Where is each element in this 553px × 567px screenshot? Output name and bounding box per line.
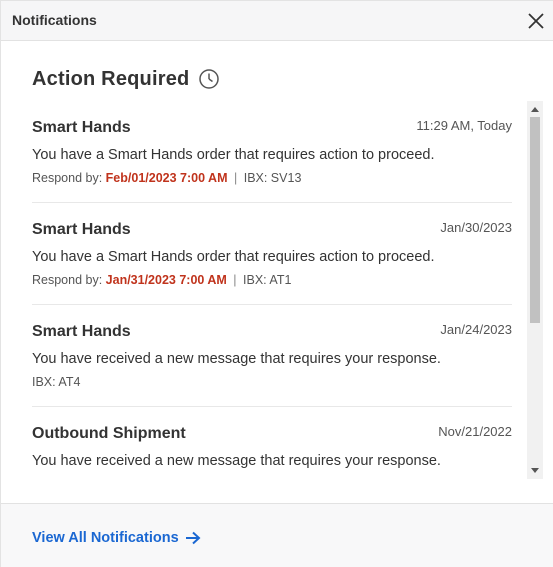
- panel-header: Notifications: [1, 1, 553, 41]
- notification-title: Smart Hands: [32, 221, 131, 238]
- clock-icon: [198, 68, 220, 90]
- notification-message: You have a Smart Hands order that requir…: [32, 249, 435, 265]
- scroll-up-icon[interactable]: [531, 107, 539, 112]
- scroll-down-icon[interactable]: [531, 468, 539, 473]
- notification-item[interactable]: Smart Hands Jan/30/2023 You have a Smart…: [32, 203, 512, 305]
- notification-meta: Respond by: Jan/31/2023 7:00 AM | IBX: A…: [32, 273, 291, 287]
- notification-meta: Respond by: Feb/01/2023 7:00 AM | IBX: S…: [32, 171, 301, 185]
- notification-message: You have received a new message that req…: [32, 453, 441, 469]
- notification-date: Jan/30/2023: [440, 220, 512, 235]
- respond-by-date: Jan/31/2023 7:00 AM: [105, 273, 227, 287]
- notification-list: Smart Hands 11:29 AM, Today You have a S…: [32, 101, 512, 479]
- notification-title: Smart Hands: [32, 119, 131, 136]
- ibx-label: IBX: AT4: [32, 375, 81, 389]
- section-title: Action Required: [32, 67, 190, 90]
- notification-item[interactable]: Outbound Shipment Nov/21/2022 You have r…: [32, 407, 512, 479]
- notification-date: Nov/21/2022: [438, 424, 512, 439]
- meta-separator: |: [233, 171, 238, 185]
- view-all-notifications-link[interactable]: View All Notifications: [32, 530, 201, 546]
- notification-message: You have a Smart Hands order that requir…: [32, 147, 435, 163]
- view-all-label: View All Notifications: [32, 530, 179, 546]
- notification-date: Jan/24/2023: [440, 322, 512, 337]
- meta-separator: |: [233, 273, 237, 287]
- notifications-panel: Notifications Action Required Smart Hand…: [0, 0, 553, 567]
- scrollbar[interactable]: [527, 101, 543, 479]
- section-header: Action Required: [32, 65, 220, 93]
- notification-item[interactable]: Smart Hands 11:29 AM, Today You have a S…: [32, 101, 512, 203]
- panel-title: Notifications: [12, 12, 97, 28]
- ibx-label: IBX: SV13: [243, 171, 302, 185]
- respond-by-label: Respond by:: [32, 273, 103, 287]
- notification-date: 11:29 AM, Today: [416, 118, 512, 133]
- notification-meta: IBX: AT4: [32, 375, 80, 389]
- close-icon: [528, 13, 544, 29]
- arrow-right-icon: [185, 531, 201, 545]
- respond-by-date: Feb/01/2023 7:00 AM: [105, 171, 228, 185]
- notification-item[interactable]: Smart Hands Jan/24/2023 You have receive…: [32, 305, 512, 407]
- notification-title: Smart Hands: [32, 323, 131, 340]
- panel-footer: View All Notifications: [1, 503, 553, 567]
- close-button[interactable]: [526, 11, 546, 31]
- ibx-label: IBX: AT1: [243, 273, 292, 287]
- scroll-thumb[interactable]: [530, 117, 540, 323]
- notification-title: Outbound Shipment: [32, 425, 186, 442]
- notification-message: You have received a new message that req…: [32, 351, 441, 367]
- respond-by-label: Respond by:: [32, 171, 103, 185]
